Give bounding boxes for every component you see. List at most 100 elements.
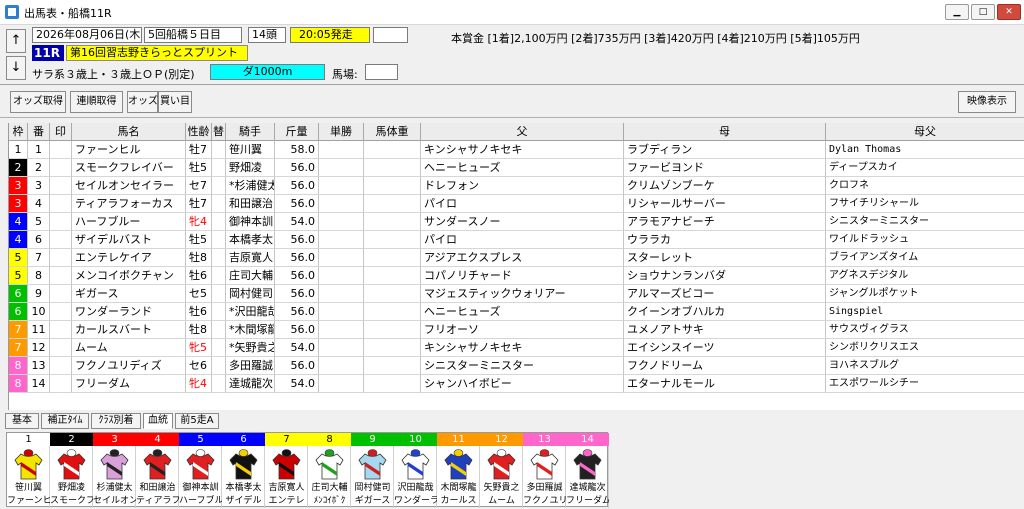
table-row[interactable]: 3 3 セイルオンセイラー セ7 *杉浦健太 56.0 ドレフォン クリムゾンブーケ クロフネ [9,177,1024,195]
minimize-button[interactable]: ▁ [945,4,969,20]
table-row[interactable]: 5 7 エンテレケイア 牡8 吉原寛人 56.0 アジアエクスプレス スターレット ブライアンズ… [9,249,1024,267]
table-row[interactable]: 3 4 ティアラフォーカス 牡7 和田譲治 56.0 パイロ リシャールサーバー フサイチリシャ… [9,195,1024,213]
silk-item[interactable]: 5 御神本訓 ハーフブル [179,433,222,508]
col-weight[interactable]: 斤量 [275,123,319,141]
table-row[interactable]: 5 8 メンコイボクチャン 牡6 庄司大輔 56.0 コパノリチャード ショウナンランバダ アグ… [9,267,1024,285]
video-button[interactable]: 映像表示 [958,91,1016,113]
number-cell: 3 [28,177,50,195]
silk-item[interactable]: 9 岡村健司 ギガース [351,433,394,508]
mark-cell [50,141,72,159]
col-win-odds[interactable]: 単勝 [319,123,364,141]
silk-item[interactable]: 14 達城龍次 フリーダム [566,433,609,508]
mark-cell [50,321,72,339]
win-odds-cell [319,231,364,249]
silk-item[interactable]: 7 吉原寛人 エンテレ [265,433,308,508]
window-title: 出馬表・船橋11R [24,7,112,20]
jockey-change-cell [212,141,226,159]
horse-name-cell: カールスバート [72,321,186,339]
tab-adjusted-time[interactable]: 補正ﾀｲﾑ [41,413,89,429]
table-row[interactable]: 4 5 ハーフブルー 牝4 御神本訓 54.0 サンダースノー アラモアナビーチ シニスターミニ… [9,213,1024,231]
jockey-silk-icon [272,449,301,480]
jockey-silk-icon [14,449,43,480]
weight-cell: 56.0 [275,159,319,177]
silk-item[interactable]: 10 沢田龍哉 ワンダーラ [394,433,437,508]
tab-pedigree[interactable]: 血統 [143,413,173,429]
col-sire[interactable]: 父 [421,123,624,141]
table-row[interactable]: 7 12 ムーム 牝5 *矢野貴之 54.0 キンシャサノキセキ エイシンスイーツ シンボリクリ… [9,339,1024,357]
silk-item[interactable]: 4 和田譲治 ティアラフ [136,433,179,508]
silk-horse-name: ﾒﾝｺｲﾎﾞｸ [313,496,346,506]
waku-cell: 7 [9,339,28,357]
prize-money: 本賞金 [1着]2,100万円 [2着]735万円 [3着]420万円 [4着]… [451,32,860,45]
table-row[interactable]: 8 13 フクノユリディズ セ6 多田羅誠 56.0 シニスターミニスター フクノドリーム ヨハ… [9,357,1024,375]
get-exacta-button[interactable]: 連順取得 [70,91,123,113]
table-row[interactable]: 6 9 ギガース セ5 岡村健司 56.0 マジェスティックウォリアー アルマーズビコー ジャン… [9,285,1024,303]
dam-cell: エターナルモール [624,375,826,393]
jockey-silk-icon [100,449,129,480]
body-weight-cell [364,321,421,339]
sex-age-cell: セ5 [186,285,212,303]
maximize-button[interactable]: □ [971,4,995,20]
jockey-change-cell [212,303,226,321]
dam-cell: リシャールサーバー [624,195,826,213]
body-weight-cell [364,141,421,159]
horse-name-cell: フクノユリディズ [72,357,186,375]
col-jockey[interactable]: 騎手 [226,123,275,141]
silk-item[interactable]: 12 矢野貴之 ムーム [480,433,523,508]
col-dam[interactable]: 母 [624,123,826,141]
table-row[interactable]: 1 1 ファーンヒル 牡7 笹川翼 58.0 キンシャサノキセキ ラブディラン Dylan Th… [9,141,1024,159]
waku-cell: 6 [9,285,28,303]
jockey-cell: *沢田龍哉 [226,303,275,321]
table-row[interactable]: 6 10 ワンダーランド 牡6 *沢田龍哉 56.0 ヘニーヒューズ クイーンオブハルカ Sin… [9,303,1024,321]
win-odds-cell [319,159,364,177]
dam-cell: アルマーズビコー [624,285,826,303]
silk-item[interactable]: 3 杉浦健太 セイルオン [93,433,136,508]
runner-count: 14頭 [248,27,286,43]
silk-item[interactable]: 13 多田羅誠 フクノユリ [523,433,566,508]
weight-cell: 54.0 [275,339,319,357]
table-row[interactable]: 7 11 カールスバート 牡8 *木間塚龍 56.0 フリオーソ ユメノアトサキ サウスヴィグラ… [9,321,1024,339]
silk-number: 4 [136,433,179,446]
table-row[interactable]: 2 2 スモークフレイバー 牡5 野畑凌 56.0 ヘニーヒューズ ファービヨンド ディープスカ… [9,159,1024,177]
silk-item[interactable]: 6 本橋孝太 ザイデル [222,433,265,508]
silk-jockey-name: 沢田龍哉 [397,483,434,493]
silk-item[interactable]: 11 木間塚龍 カールス [437,433,480,508]
horse-name-cell: ファーンヒル [72,141,186,159]
table-row[interactable]: 4 6 ザイデルバスト 牡5 本橋孝太 56.0 パイロ ウララカ ワイルドラッシュ [9,231,1024,249]
col-horse-name[interactable]: 馬名 [72,123,186,141]
tab-class-finish[interactable]: ｸﾗｽ別着 [91,413,141,429]
entry-table: 枠 番 印 馬名 性齢 替 騎手 斤量 単勝 馬体重 父 母 母父 1 1 ファーン… [8,123,1024,410]
damsire-cell: ブライアンズタイム [826,249,1024,267]
silk-item[interactable]: 2 野畑凌 スモークフ [50,433,93,508]
col-sex-age[interactable]: 性齢 [186,123,212,141]
silk-horse-name: ハーフブル [179,496,222,506]
horse-name-cell: エンテレケイア [72,249,186,267]
next-race-button[interactable]: ↓ [6,56,26,80]
silk-jockey-name: 杉浦健太 [96,483,133,493]
col-jockey-change[interactable]: 替 [212,123,226,141]
betting-button[interactable]: 買い目 [158,91,192,113]
number-cell: 14 [28,375,50,393]
col-damsire[interactable]: 母父 [826,123,1024,141]
col-number[interactable]: 番 [28,123,50,141]
prev-race-button[interactable]: ↑ [6,29,26,53]
horse-name-cell: ギガース [72,285,186,303]
silk-jockey-name: 和田譲治 [139,483,176,493]
jockey-silk-icon [573,449,602,480]
tab-last5-a[interactable]: 前5走A [175,413,219,429]
jockey-change-cell [212,321,226,339]
col-mark[interactable]: 印 [50,123,72,141]
close-button[interactable]: ✕ [997,4,1021,20]
get-odds-button[interactable]: オッズ取得 [10,91,66,113]
silk-item[interactable]: 8 庄司大輔 ﾒﾝｺｲﾎﾞｸ [308,433,351,508]
silk-number: 10 [394,433,437,446]
col-body-weight[interactable]: 馬体重 [364,123,421,141]
silk-item[interactable]: 1 笹川翼 ファーンヒ [7,433,50,508]
silk-horse-name: ギガース [354,496,391,506]
weight-cell: 56.0 [275,267,319,285]
odds-button[interactable]: オッズ [127,91,158,113]
dam-cell: クリムゾンブーケ [624,177,826,195]
col-waku[interactable]: 枠 [9,123,28,141]
table-row[interactable]: 8 14 フリーダム 牝4 達城龍次 54.0 シャンハイボビー エターナルモール エスポワール… [9,375,1024,393]
tab-basic[interactable]: 基本 [5,413,39,429]
